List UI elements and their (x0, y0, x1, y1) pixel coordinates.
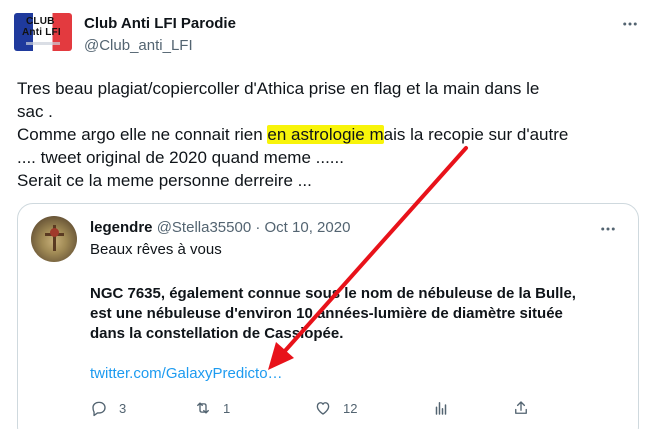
tweet-text-line: sac . (17, 102, 53, 121)
author-avatar[interactable]: CLUB Anti LFI (14, 13, 72, 51)
separator-dot: · (255, 219, 261, 236)
reply-count: 3 (119, 400, 127, 416)
like-button[interactable]: 12 (314, 397, 357, 419)
quoted-tweet-subtitle: Beaux rêves à vous (90, 241, 222, 258)
views-button[interactable] (432, 397, 450, 419)
quoted-tweet-card[interactable]: legendre @Stella35500 · Oct 10, 2020 Bea… (17, 203, 639, 429)
author-display-name[interactable]: Club Anti LFI Parodie (84, 15, 236, 32)
avatar-text-line1: CLUB (26, 16, 55, 27)
quoted-author-handle[interactable]: @Stella35500 (157, 219, 251, 236)
quoted-body-line: dans la constellation de Cassiopée. (90, 325, 344, 342)
tweet-text-line: .... tweet original de 2020 quand meme .… (17, 148, 344, 167)
share-button[interactable] (512, 397, 530, 419)
tweet-text-line: Tres beau plagiat/copiercoller d'Athica … (17, 79, 540, 98)
reply-button[interactable]: 3 (90, 397, 126, 419)
highlighted-text: en astrologie m (267, 125, 384, 144)
tweet-text-segment: ais la recopie sur d'autre (383, 125, 569, 144)
avatar-detail (50, 228, 59, 237)
heart-icon (316, 402, 330, 415)
quoted-tweet-date[interactable]: Oct 10, 2020 (265, 219, 351, 236)
quoted-tweet-link[interactable]: twitter.com/GalaxyPredicto… (90, 365, 283, 382)
quoted-body-line: NGC 7635, également connue sous le nom d… (90, 285, 576, 302)
quoted-tweet-body: NGC 7635, également connue sous le nom d… (90, 284, 576, 344)
reply-icon (92, 401, 106, 417)
tweet-text-segment: Comme argo elle ne connait rien (17, 125, 268, 144)
like-count: 12 (343, 400, 358, 416)
tweet-text-line: Comme argo elle ne connait rien en astro… (17, 123, 637, 146)
more-horizontal-icon (601, 227, 615, 231)
more-horizontal-icon (623, 22, 637, 26)
share-icon (515, 401, 527, 414)
tweet-text: Tres beau plagiat/copiercoller d'Athica … (17, 77, 637, 192)
analytics-icon (435, 402, 447, 415)
quoted-body-line: est une nébuleuse d'environ 10 années-lu… (90, 305, 563, 322)
retweet-count: 1 (223, 400, 231, 416)
avatar-fine-print (26, 42, 60, 45)
retweet-icon (197, 402, 209, 414)
quoted-more-options-button[interactable] (595, 216, 621, 242)
quoted-tweet-actions: 3 1 12 (90, 397, 550, 419)
quoted-author-avatar[interactable] (31, 216, 77, 262)
tweet: CLUB Anti LFI Club Anti LFI Parodie @Clu… (0, 0, 660, 429)
avatar-text-line2: Anti LFI (22, 27, 61, 38)
author-handle[interactable]: @Club_anti_LFI (84, 37, 193, 54)
quoted-tweet-header: legendre @Stella35500 · Oct 10, 2020 (90, 219, 350, 236)
avatar-text: CLUB Anti LFI (22, 16, 61, 38)
retweet-button[interactable]: 1 (194, 397, 230, 419)
tweet-text-line: Serait ce la meme personne derreire ... (17, 171, 312, 190)
quoted-author-name[interactable]: legendre (90, 219, 153, 236)
more-options-button[interactable] (616, 10, 644, 38)
